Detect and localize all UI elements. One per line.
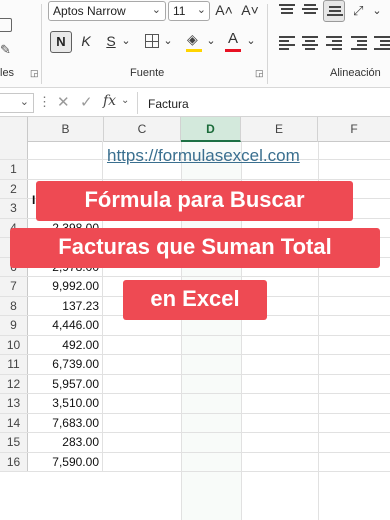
row-header[interactable]: [0, 140, 28, 159]
cell-b[interactable]: 492.00: [28, 335, 103, 354]
alignment-group-label: Alineación: [330, 67, 381, 79]
font-size-value: 11: [173, 4, 186, 18]
column-headers: B C D E F: [0, 117, 390, 142]
row-header[interactable]: 13: [0, 394, 28, 413]
row-header[interactable]: 16: [0, 452, 28, 471]
column-header-b[interactable]: B: [28, 117, 104, 142]
column-header-d[interactable]: D: [181, 117, 241, 142]
font-dialog-launcher-icon[interactable]: ◲: [255, 68, 264, 79]
table-row: 12 5,957.00: [0, 374, 390, 394]
chevron-down-icon: ⌄: [196, 4, 206, 16]
bold-button[interactable]: N: [50, 31, 72, 53]
increase-font-size-button[interactable]: A˄: [214, 0, 234, 22]
chevron-down-icon[interactable]: ⌄: [246, 31, 256, 53]
chevron-down-icon: ⌄: [151, 4, 161, 16]
chevron-down-icon[interactable]: ⌄: [372, 1, 382, 23]
column-header-c[interactable]: C: [104, 117, 181, 142]
table-row: 10 492.00: [0, 335, 390, 355]
cell-b[interactable]: 7,683.00: [28, 413, 103, 432]
chevron-down-icon: ⌄: [19, 96, 29, 108]
chevron-down-icon[interactable]: ⌄: [121, 31, 131, 53]
cell-b[interactable]: [28, 140, 103, 159]
caption-line-2: Facturas que Suman Total: [10, 228, 380, 268]
row-header[interactable]: 11: [0, 355, 28, 374]
italic-button[interactable]: K: [79, 31, 93, 53]
borders-icon[interactable]: [145, 34, 159, 48]
clipboard-group-label: les: [0, 67, 15, 79]
align-bottom-button[interactable]: [323, 0, 345, 22]
chevron-down-icon[interactable]: ⌄: [121, 95, 129, 106]
formula-bar: ⌄ ⋮ ✕ ✓ fx ⌄ Factura: [0, 89, 390, 117]
font-name-select[interactable]: Aptos Narrow ⌄: [48, 1, 166, 21]
hyperlink-cell[interactable]: https://formulasexcel.com: [107, 146, 300, 166]
fill-color-swatch: [186, 49, 202, 52]
increase-indent-icon[interactable]: [374, 36, 390, 50]
align-right-icon[interactable]: [326, 36, 342, 50]
row-header[interactable]: 10: [0, 335, 28, 354]
select-all-corner[interactable]: [0, 117, 28, 142]
row-header[interactable]: 2: [0, 179, 28, 198]
table-row: 15 283.00: [0, 433, 390, 453]
font-name-value: Aptos Narrow: [53, 4, 126, 18]
decrease-font-size-button[interactable]: A˅: [240, 0, 260, 22]
cell-b[interactable]: 137.23: [28, 296, 103, 315]
caption-line-3: en Excel: [123, 280, 267, 320]
fill-color-icon[interactable]: ◈: [187, 31, 198, 48]
ribbon-separator: [267, 4, 268, 84]
insert-function-button[interactable]: fx: [103, 93, 116, 109]
align-center-icon[interactable]: [302, 36, 318, 50]
table-row: 11 6,739.00: [0, 355, 390, 375]
font-color-button[interactable]: A: [226, 29, 240, 51]
format-painter-icon[interactable]: ✎: [0, 42, 11, 58]
align-top-icon[interactable]: [279, 4, 295, 18]
table-row: 16 7,590.00: [0, 452, 390, 472]
text-direction-icon[interactable]: ⤢: [353, 3, 363, 19]
row-header[interactable]: 15: [0, 433, 28, 452]
table-row: 13 3,510.00: [0, 394, 390, 414]
chevron-down-icon[interactable]: ⌄: [163, 31, 173, 53]
ribbon: ✎ les ◲ Aptos Narrow ⌄ 11 ⌄ A˄ A˅ N K S …: [0, 0, 390, 88]
partial-header-text: I: [32, 193, 36, 207]
cell-b[interactable]: [28, 160, 103, 179]
clipboard-dialog-launcher-icon[interactable]: ◲: [30, 68, 39, 79]
formula-input[interactable]: Factura: [137, 92, 390, 114]
cell-b[interactable]: 283.00: [28, 433, 103, 452]
chevron-down-icon[interactable]: ⌄: [206, 31, 216, 53]
row-header[interactable]: 7: [0, 277, 28, 296]
cell-b[interactable]: 5,957.00: [28, 374, 103, 393]
font-color-swatch: [225, 49, 241, 52]
paste-icon[interactable]: [0, 18, 12, 32]
cell-b[interactable]: 7,590.00: [28, 452, 103, 471]
row-header[interactable]: 3: [0, 199, 28, 218]
row-header[interactable]: 1: [0, 160, 28, 179]
row-header[interactable]: 12: [0, 374, 28, 393]
align-middle-icon[interactable]: [302, 4, 318, 18]
font-size-select[interactable]: 11 ⌄: [168, 1, 210, 21]
row-header[interactable]: 8: [0, 296, 28, 315]
cell-b[interactable]: 3,510.00: [28, 394, 103, 413]
name-box[interactable]: ⌄: [0, 93, 34, 113]
cancel-icon[interactable]: ✕: [57, 93, 70, 111]
caption-line-1: Fórmula para Buscar: [36, 181, 353, 221]
cell-b[interactable]: 9,992.00: [28, 277, 103, 296]
more-options-icon[interactable]: ⋮: [38, 94, 51, 110]
table-row: 14 7,683.00: [0, 413, 390, 433]
column-header-e[interactable]: E: [241, 117, 318, 142]
font-group-label: Fuente: [130, 67, 165, 79]
ribbon-separator: [41, 4, 42, 84]
underline-button[interactable]: S: [104, 31, 118, 53]
row-header[interactable]: 14: [0, 413, 28, 432]
align-bottom-icon: [327, 6, 343, 20]
align-left-icon[interactable]: [279, 36, 295, 50]
column-header-f[interactable]: F: [318, 117, 390, 142]
decrease-indent-icon[interactable]: [351, 36, 367, 50]
cell-b[interactable]: 4,446.00: [28, 316, 103, 335]
row-header[interactable]: 9: [0, 316, 28, 335]
cell-b[interactable]: 6,739.00: [28, 355, 103, 374]
enter-icon[interactable]: ✓: [80, 93, 93, 111]
